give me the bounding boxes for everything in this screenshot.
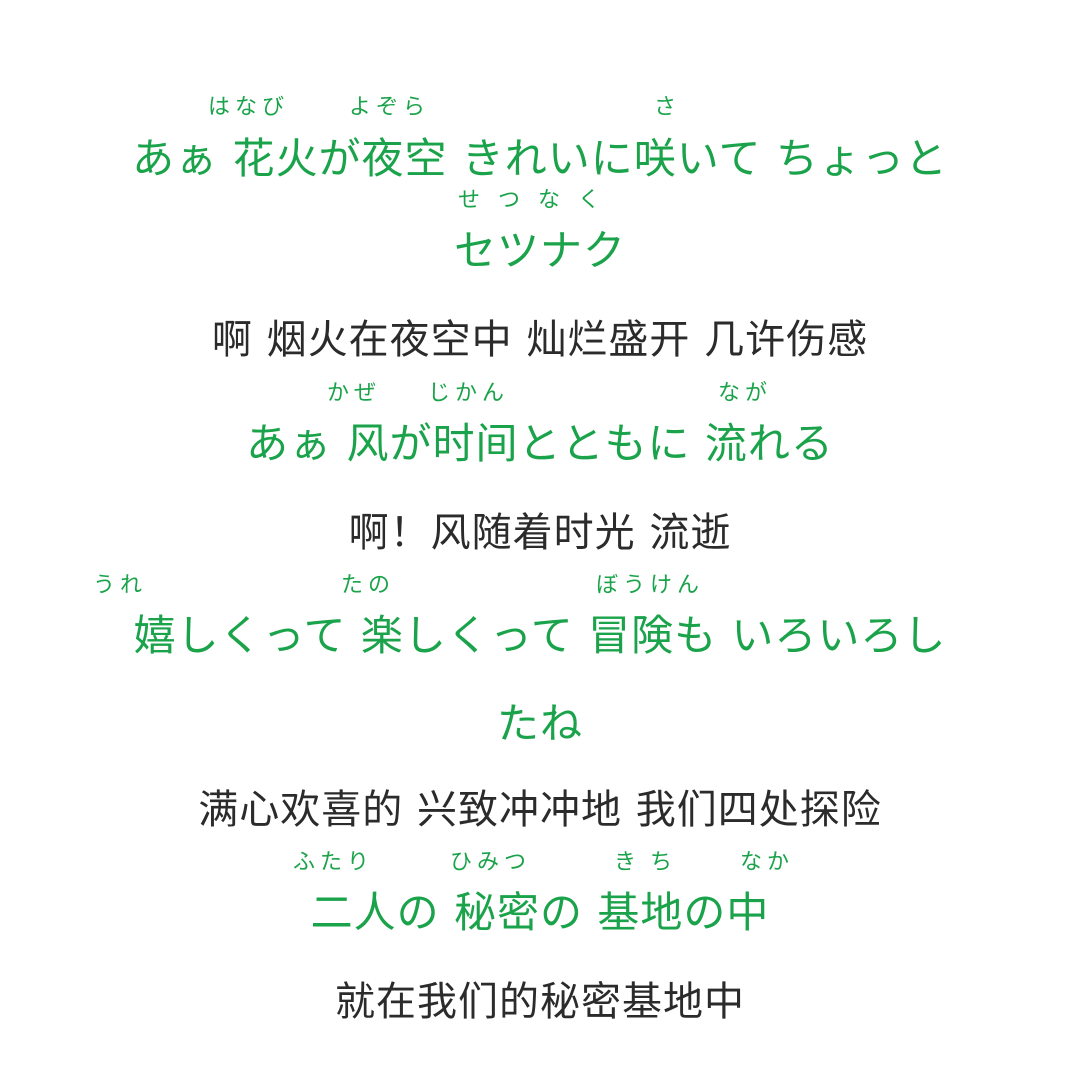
ruby-kichi: きち — [614, 850, 687, 875]
ruby-setsunaku: せつなく — [458, 188, 619, 213]
lyric-line-cn-4: 就在我们的秘密基地中 — [335, 979, 745, 1025]
lyric-line-jp-6: 二人の 秘密の 基地の中 — [310, 888, 770, 937]
ruby-naga: なが — [718, 381, 773, 406]
lyric-line-jp-5: たね — [496, 699, 583, 748]
ruby-naka: なか — [740, 850, 795, 875]
ruby-tano: たの — [341, 573, 396, 598]
lyric-line-cn-3: 满心欢喜的 兴致冲冲地 我们四处探险 — [198, 787, 882, 833]
ruby-sa: さ — [654, 95, 682, 120]
lyric-line-jp-2: セツナク — [453, 226, 626, 275]
ruby-jikan: じかん — [428, 381, 510, 406]
ruby-kaze: かぜ — [327, 381, 382, 406]
ruby-hanabi: はなび — [208, 95, 290, 120]
ruby-futari: ふたり — [293, 850, 375, 875]
ruby-ure: うれ — [93, 573, 148, 598]
lyric-line-jp-4: 嬉しくって 楽しくって 冒険も いろいろし — [133, 611, 947, 660]
lyric-line-cn-1: 啊 烟火在夜空中 灿烂盛开 几许伤感 — [211, 317, 869, 363]
lyric-line-jp-3: あぁ 风が时间とともに 流れる — [246, 419, 834, 468]
lyric-line-cn-2: 啊！风随着时光 流逝 — [348, 510, 732, 556]
ruby-yozora: よぞら — [349, 95, 431, 120]
ruby-bouken: ぼうけん — [596, 573, 705, 598]
lyrics-page: はなび よぞら さ あぁ 花火が夜空 きれいに咲いて ちょっと せつなく セツナ… — [0, 0, 1080, 1087]
ruby-himitsu: ひみつ — [450, 850, 532, 875]
lyric-line-jp-1: あぁ 花火が夜空 きれいに咲いて ちょっと — [132, 134, 948, 183]
